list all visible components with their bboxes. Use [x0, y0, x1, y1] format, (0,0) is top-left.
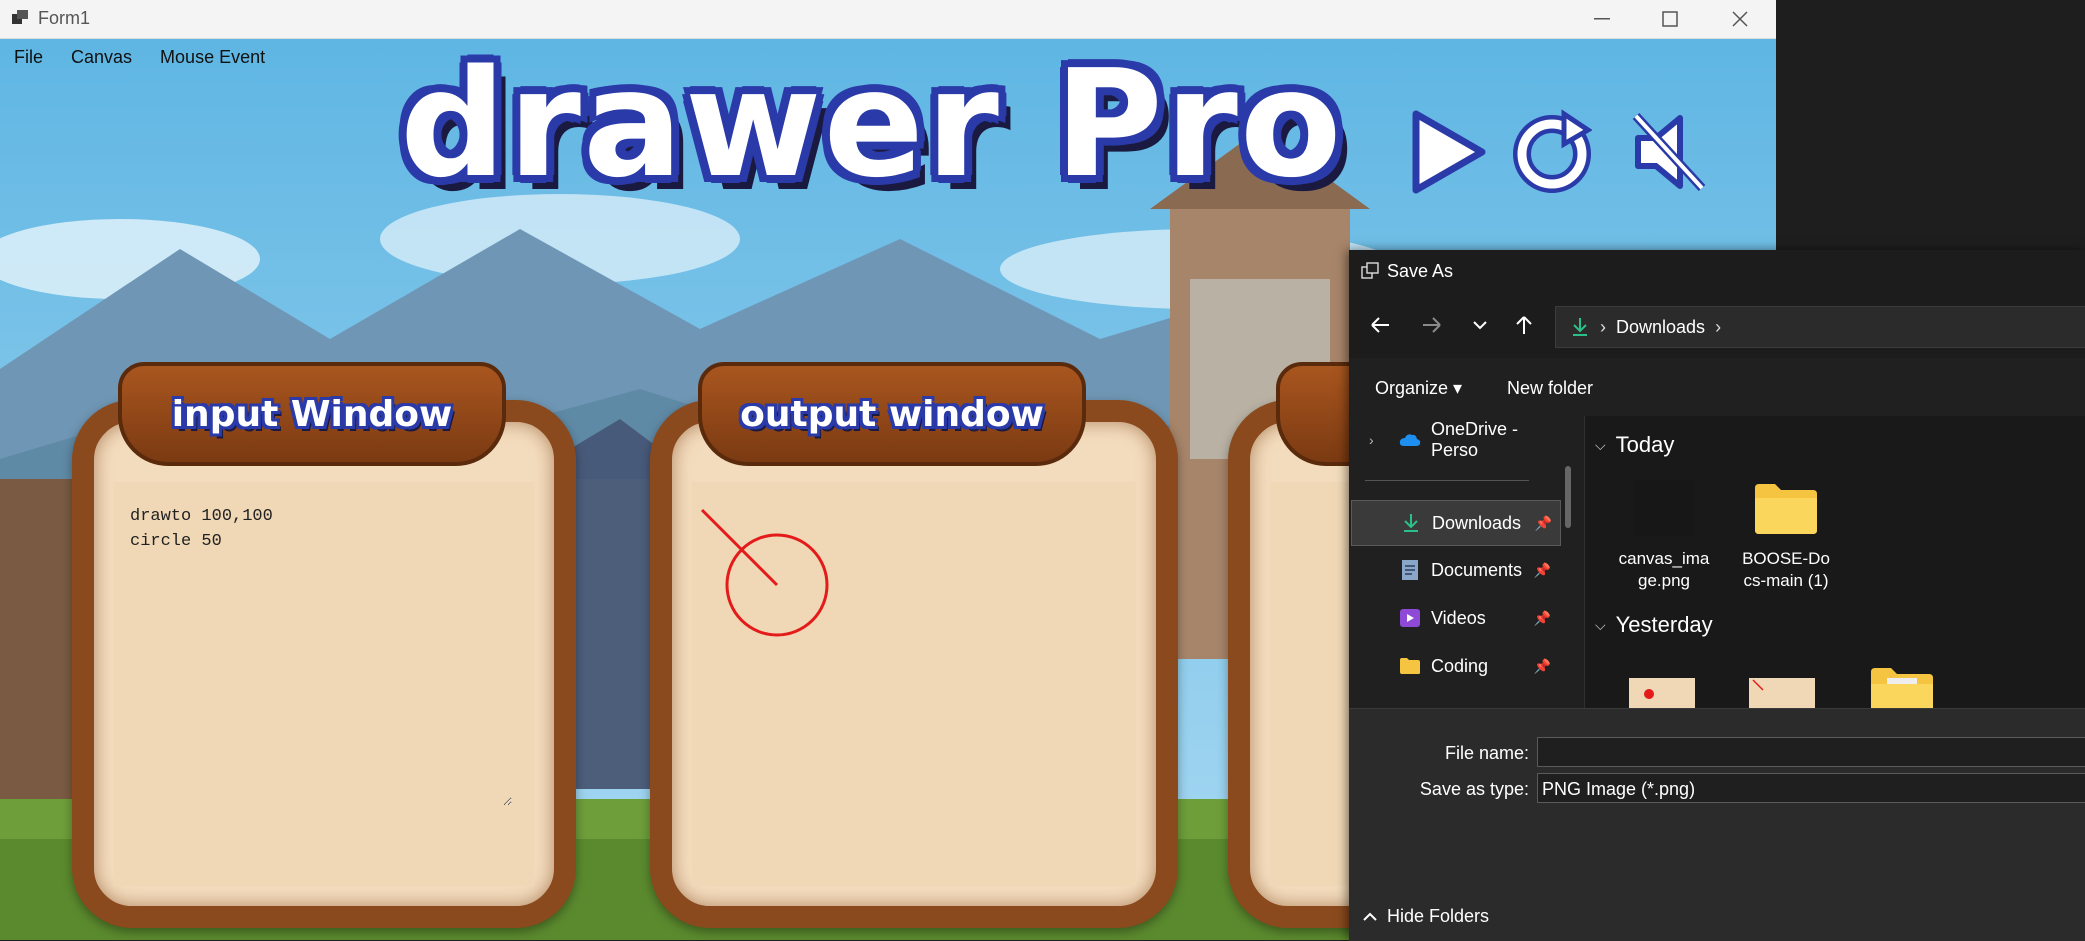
folder-icon[interactable] — [1869, 664, 1935, 708]
close-button[interactable] — [1706, 0, 1774, 38]
dialog-titlebar[interactable]: Save As — [1349, 250, 2085, 292]
nav-item-label: OneDrive - Perso — [1431, 419, 1519, 460]
videos-icon — [1399, 607, 1421, 629]
nav-item-videos[interactable]: Videos 📌 — [1351, 596, 1559, 640]
menu-mouse-event[interactable]: Mouse Event — [146, 39, 279, 75]
nav-divider — [1365, 480, 1529, 481]
address-bar[interactable]: › Downloads › — [1555, 306, 2085, 348]
restart-icon[interactable] — [1512, 108, 1592, 196]
mute-icon[interactable] — [1632, 108, 1712, 196]
new-folder-button[interactable]: New folder — [1507, 378, 1593, 399]
folder-icon — [1755, 484, 1817, 534]
input-panel-banner: input Window — [118, 362, 506, 466]
app-logo-title: drawer Pro — [400, 38, 1344, 210]
image-thumbnail[interactable] — [1749, 678, 1815, 708]
pin-icon: 📌 — [1533, 561, 1551, 578]
nav-item-label: Downloads — [1432, 512, 1522, 533]
file-name-label: File name: — [1444, 743, 1529, 763]
documents-icon — [1399, 559, 1421, 581]
download-icon — [1400, 512, 1422, 534]
input-panel-title: input Window — [171, 393, 453, 435]
nav-item-downloads[interactable]: Downloads 📌 — [1351, 500, 1561, 546]
arrow-up-icon — [1516, 316, 1532, 334]
app-icon — [12, 10, 28, 24]
output-panel-title: output window — [740, 393, 1044, 435]
minimize-button[interactable] — [1568, 0, 1636, 38]
arrow-left-icon — [1371, 317, 1389, 333]
files-pane: ⌵ Today canvas_ima ge.png BOOSE-Do cs-ma… — [1585, 416, 2085, 708]
drawn-line — [700, 508, 779, 587]
file-item-canvas-image[interactable]: canvas_ima ge.png — [1609, 480, 1719, 592]
menu-canvas[interactable]: Canvas — [57, 39, 146, 75]
chevron-right-icon: › — [1600, 316, 1606, 337]
group-label: Today — [1615, 432, 1675, 457]
play-icon[interactable] — [1408, 108, 1488, 196]
code-input[interactable]: drawto 100,100 circle 50 — [128, 502, 512, 806]
maximize-button[interactable] — [1636, 0, 1704, 38]
chevron-down-icon — [1473, 321, 1487, 330]
recent-locations-button[interactable] — [1465, 310, 1495, 340]
forward-button[interactable] — [1417, 310, 1447, 340]
dialog-navigation-bar: › Downloads › — [1349, 292, 2085, 358]
nav-pane-scrollbar[interactable] — [1565, 466, 1571, 528]
group-header-yesterday[interactable]: ⌵ Yesterday — [1595, 612, 1713, 638]
chevron-down-icon: ⌵ — [1595, 616, 1606, 633]
window-titlebar[interactable]: Form1 — [0, 0, 1776, 39]
nav-item-documents[interactable]: Documents 📌 — [1351, 548, 1559, 592]
maximize-icon — [1662, 11, 1678, 27]
chevron-up-icon — [1363, 909, 1377, 925]
group-label: Yesterday — [1615, 612, 1713, 637]
back-button[interactable] — [1365, 310, 1395, 340]
chevron-right-icon[interactable]: › — [1715, 317, 1721, 338]
pin-icon: 📌 — [1533, 609, 1551, 626]
nav-item-label: Documents — [1431, 559, 1523, 580]
image-thumbnail[interactable] — [1629, 678, 1695, 708]
dialog-icon — [1361, 262, 1379, 279]
file-item-boose-docs[interactable]: BOOSE-Do cs-main (1) — [1731, 480, 1841, 592]
dialog-bottom-panel: File name: Save as type: PNG Image (*.pn… — [1349, 708, 2085, 941]
window-title: Form1 — [38, 8, 91, 28]
up-button[interactable] — [1509, 310, 1539, 340]
nav-item-onedrive[interactable]: › OneDrive - Perso — [1351, 418, 1559, 462]
onedrive-icon — [1399, 429, 1421, 451]
save-as-type-label: Save as type: — [1419, 779, 1529, 799]
menu-bar: File Canvas Mouse Event — [0, 39, 279, 75]
hide-folders-label: Hide Folders — [1387, 906, 1490, 926]
dialog-command-bar: Organize ▾ New folder — [1349, 358, 2085, 417]
folder-icon — [1399, 655, 1421, 677]
pin-icon: 📌 — [1533, 657, 1551, 674]
dialog-title: Save As — [1387, 261, 1454, 281]
chevron-right-icon[interactable]: › — [1369, 432, 1374, 448]
hide-folders-button[interactable]: Hide Folders — [1363, 906, 1489, 927]
organize-label: Organize — [1375, 378, 1449, 398]
arrow-right-icon — [1423, 317, 1441, 333]
file-name-line2: cs-main (1) — [1743, 571, 1829, 590]
download-icon — [1573, 318, 1587, 336]
close-icon — [1732, 11, 1748, 27]
file-name-line1: BOOSE-Do — [1742, 549, 1830, 568]
pin-icon: 📌 — [1534, 514, 1552, 531]
navigation-pane: › OneDrive - Perso Downloads 📌 Documents… — [1349, 416, 1585, 708]
organize-button[interactable]: Organize ▾ — [1375, 378, 1462, 399]
menu-file[interactable]: File — [0, 39, 57, 75]
output-panel-banner: output window — [698, 362, 1086, 466]
output-canvas — [700, 508, 829, 637]
nav-item-coding[interactable]: Coding 📌 — [1351, 644, 1559, 688]
chevron-down-icon: ⌵ — [1595, 436, 1606, 453]
nav-item-label: Coding — [1431, 655, 1489, 676]
file-name-line1: canvas_ima — [1618, 549, 1710, 568]
file-name-input[interactable] — [1537, 737, 2085, 767]
minimize-icon — [1594, 18, 1610, 20]
nav-item-label: Videos — [1431, 607, 1486, 628]
file-name-line2: ge.png — [1638, 571, 1690, 590]
save-as-type-select[interactable]: PNG Image (*.png) — [1537, 773, 2085, 803]
image-thumbnail — [1634, 480, 1694, 536]
address-location[interactable]: Downloads — [1616, 317, 1705, 338]
save-as-dialog: Save As › Downloads › Organize ▾ New fol… — [1349, 250, 2085, 941]
group-header-today[interactable]: ⌵ Today — [1595, 432, 1674, 458]
